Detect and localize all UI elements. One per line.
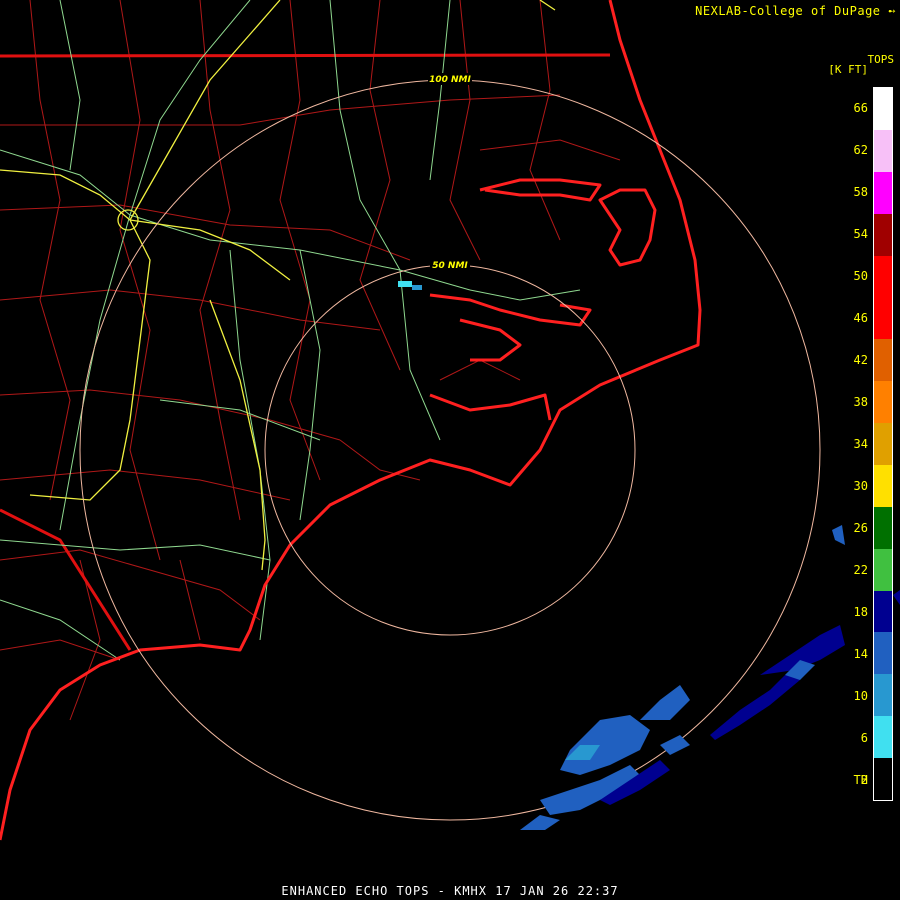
legend-labels: 66 62 58 54 50 46 42 38 34 30 26 22 18 14 10 6 2 TH (840, 87, 868, 801)
legend-label: 50 (853, 269, 868, 283)
legend-label: 18 (853, 605, 868, 619)
legend-swatch (874, 632, 892, 675)
coastline (0, 0, 702, 841)
legend-swatch (874, 381, 892, 423)
ring-label-inner: 50 NMI (432, 261, 468, 271)
legend-swatch (874, 506, 892, 549)
legend-label: 30 (853, 479, 868, 493)
ring-label-outer: 100 NMI (429, 75, 471, 85)
ring-100-nmi (79, 79, 821, 821)
legend-swatch (874, 716, 892, 758)
legend-color-bar (873, 87, 893, 801)
credit-text: NEXLAB-College of DuPage ➻ (695, 4, 896, 18)
legend-label: 38 (853, 395, 868, 409)
legend-swatch (874, 423, 892, 465)
legend-label: 34 (853, 437, 868, 451)
radar-logo-icon: ➻ (888, 4, 896, 18)
legend-swatch (874, 674, 892, 717)
radar-map: 100 NMI 50 NMI (0, 0, 900, 841)
legend-swatch (874, 548, 892, 591)
map-caption: ENHANCED ECHO TOPS - KMHX 17 JAN 26 22:3… (281, 884, 619, 898)
range-rings (79, 79, 821, 821)
legend-title: TOPS (867, 53, 895, 66)
interstates (0, 0, 556, 571)
legend-label: 42 (853, 353, 868, 367)
legend-label: 66 (853, 101, 868, 115)
legend-units: [K FT] (828, 63, 868, 76)
legend-swatch (874, 88, 892, 130)
legend-label: TH (853, 773, 868, 787)
legend-swatch (874, 590, 892, 633)
state-lines (0, 53, 611, 651)
legend-swatch (874, 213, 892, 256)
legend-swatch (874, 171, 892, 214)
legend-swatch (874, 255, 892, 298)
legend-label: 62 (853, 143, 868, 157)
legend-swatch (874, 339, 892, 382)
credit-label: NEXLAB-College of DuPage (695, 4, 881, 18)
legend-label: 46 (853, 311, 868, 325)
legend-swatch (874, 297, 892, 340)
legend-swatch (874, 464, 892, 507)
highways (0, 0, 581, 661)
legend-swatch (874, 758, 892, 800)
legend-label: 6 (860, 731, 868, 745)
legend-label: 58 (853, 185, 868, 199)
legend-label: 10 (853, 689, 868, 703)
ring-50-nmi (264, 264, 636, 636)
legend-swatch (874, 129, 892, 172)
legend-label: 22 (853, 563, 868, 577)
legend-label: 54 (853, 227, 868, 241)
legend-label: 26 (853, 521, 868, 535)
legend-label: 14 (853, 647, 868, 661)
